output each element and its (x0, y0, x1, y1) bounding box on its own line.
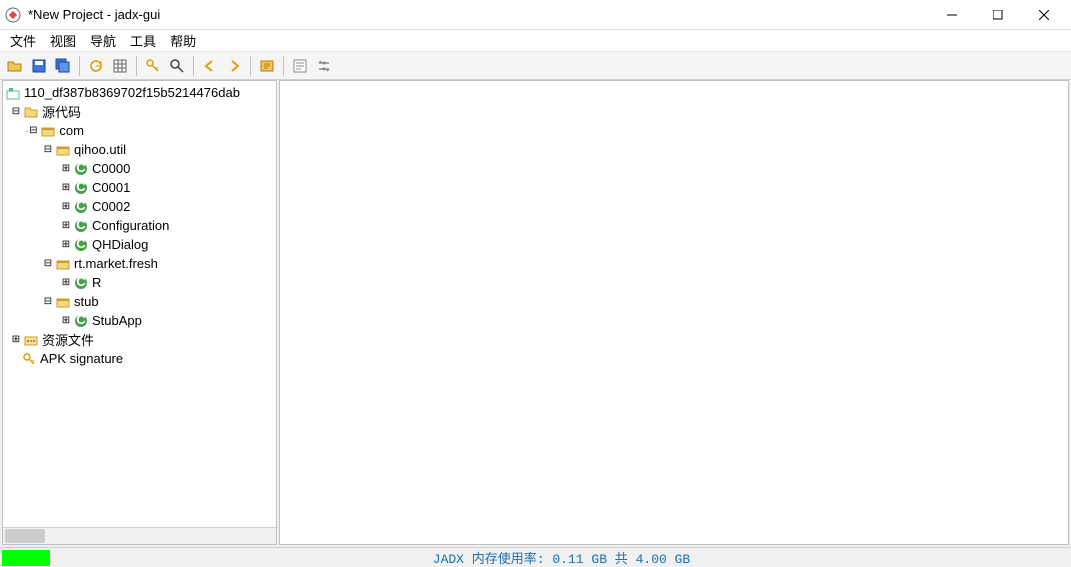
tree-stub[interactable]: ⊟ stub (3, 292, 276, 311)
memory-usage-text: JADX 内存使用率: 0.11 GB 共 4.00 GB (52, 548, 1071, 567)
package-icon (55, 142, 71, 158)
menu-nav[interactable]: 导航 (84, 29, 122, 52)
tree-qihoo[interactable]: ⊟ qihoo.util (3, 140, 276, 159)
save-icon[interactable] (28, 55, 50, 77)
key-icon[interactable] (142, 55, 164, 77)
tree-source[interactable]: ⊟ 源代码 (3, 102, 276, 121)
settings-icon[interactable] (313, 55, 335, 77)
search-icon[interactable] (166, 55, 188, 77)
resources-icon (23, 332, 39, 348)
back-arrow-icon[interactable] (199, 55, 221, 77)
tree-source-label: 源代码 (42, 102, 81, 121)
open-folder-icon[interactable] (4, 55, 26, 77)
svg-text:C: C (76, 200, 86, 213)
expand-icon[interactable]: ⊞ (61, 278, 71, 288)
folder-icon (23, 104, 39, 120)
tree-apksig-label: APK signature (40, 351, 123, 366)
expand-icon[interactable]: ⊞ (61, 240, 71, 250)
forward-arrow-icon[interactable] (223, 55, 245, 77)
tree-c0002-label: C0002 (92, 199, 130, 214)
content-panel (279, 80, 1069, 545)
package-icon (55, 294, 71, 310)
tree-r-label: R (92, 275, 101, 290)
main-area: 110_df387b8369702f15b5214476dab ⊟ 源代码 · … (0, 80, 1071, 547)
horizontal-scrollbar[interactable] (3, 527, 276, 544)
collapse-icon[interactable]: ⊟ (28, 126, 38, 136)
expand-icon[interactable]: ⊞ (61, 202, 71, 212)
expand-icon[interactable]: ⊞ (61, 221, 71, 231)
tree-stubapp[interactable]: ⊞ C StubApp (3, 311, 276, 330)
minimize-button[interactable] (929, 0, 975, 30)
expand-icon[interactable]: ⊞ (11, 335, 21, 345)
memory-usage-bar (2, 550, 50, 566)
window-title: *New Project - jadx-gui (28, 7, 929, 22)
class-icon: C (73, 180, 89, 196)
package-icon (55, 256, 71, 272)
class-icon: C (73, 161, 89, 177)
svg-text:C: C (76, 314, 86, 327)
expand-icon[interactable]: ⊞ (61, 316, 71, 326)
sync-icon[interactable] (85, 55, 107, 77)
tree-apksig[interactable]: APK signature (3, 349, 276, 368)
menu-view[interactable]: 视图 (44, 29, 82, 52)
tree-qhdialog[interactable]: ⊞ C QHDialog (3, 235, 276, 254)
maximize-button[interactable] (975, 0, 1021, 30)
toolbar (0, 52, 1071, 80)
collapse-icon[interactable]: ⊟ (11, 107, 21, 117)
class-icon: C (73, 199, 89, 215)
tree-c0002[interactable]: ⊞ C C0002 (3, 197, 276, 216)
scrollbar-thumb[interactable] (5, 529, 45, 543)
collapse-icon[interactable]: ⊟ (43, 259, 53, 269)
svg-text:C: C (76, 181, 86, 194)
log-icon[interactable] (289, 55, 311, 77)
status-bar: JADX 内存使用率: 0.11 GB 共 4.00 GB (0, 547, 1071, 567)
deobfuscate-icon[interactable] (256, 55, 278, 77)
tree-stubapp-label: StubApp (92, 313, 142, 328)
app-icon (4, 6, 22, 24)
svg-text:C: C (76, 238, 86, 251)
project-icon (5, 85, 21, 101)
svg-text:C: C (76, 276, 86, 289)
menu-tools[interactable]: 工具 (124, 29, 162, 52)
svg-text:C: C (76, 219, 86, 232)
svg-text:C: C (76, 162, 86, 175)
package-icon (40, 123, 56, 139)
tree-root-label: 110_df387b8369702f15b5214476dab (24, 85, 240, 100)
collapse-icon[interactable]: ⊟ (43, 297, 53, 307)
class-icon: C (73, 275, 89, 291)
tree-rtmarket[interactable]: ⊟ rt.market.fresh (3, 254, 276, 273)
tree-com-label: com (59, 123, 84, 138)
tree-r[interactable]: ⊞ C R (3, 273, 276, 292)
tree-rtmarket-label: rt.market.fresh (74, 256, 158, 271)
tree-panel: 110_df387b8369702f15b5214476dab ⊟ 源代码 · … (2, 80, 277, 545)
class-icon: C (73, 313, 89, 329)
tree-resources-label: 资源文件 (42, 330, 94, 349)
tree-configuration-label: Configuration (92, 218, 169, 233)
tree-resources[interactable]: ⊞ 资源文件 (3, 330, 276, 349)
tree-c0000[interactable]: ⊞ C C0000 (3, 159, 276, 178)
tree-c0001[interactable]: ⊞ C C0001 (3, 178, 276, 197)
collapse-icon[interactable]: ⊟ (43, 145, 53, 155)
title-bar: *New Project - jadx-gui (0, 0, 1071, 30)
tree-c0001-label: C0001 (92, 180, 130, 195)
signature-icon (21, 351, 37, 367)
expand-icon[interactable]: ⊞ (61, 183, 71, 193)
tree-com[interactable]: · ⊟ com (3, 121, 276, 140)
tree-stub-label: stub (74, 294, 99, 309)
save-all-icon[interactable] (52, 55, 74, 77)
tree-content[interactable]: 110_df387b8369702f15b5214476dab ⊟ 源代码 · … (3, 81, 276, 527)
menu-file[interactable]: 文件 (4, 29, 42, 52)
class-icon: C (73, 237, 89, 253)
tree-root[interactable]: 110_df387b8369702f15b5214476dab (3, 83, 276, 102)
grid-icon[interactable] (109, 55, 131, 77)
class-icon: C (73, 218, 89, 234)
close-button[interactable] (1021, 0, 1067, 30)
menu-bar: 文件 视图 导航 工具 帮助 (0, 30, 1071, 52)
tree-configuration[interactable]: ⊞ C Configuration (3, 216, 276, 235)
tree-c0000-label: C0000 (92, 161, 130, 176)
expand-icon[interactable]: ⊞ (61, 164, 71, 174)
tree-qihoo-label: qihoo.util (74, 142, 126, 157)
tree-qhdialog-label: QHDialog (92, 237, 148, 252)
menu-help[interactable]: 帮助 (164, 29, 202, 52)
